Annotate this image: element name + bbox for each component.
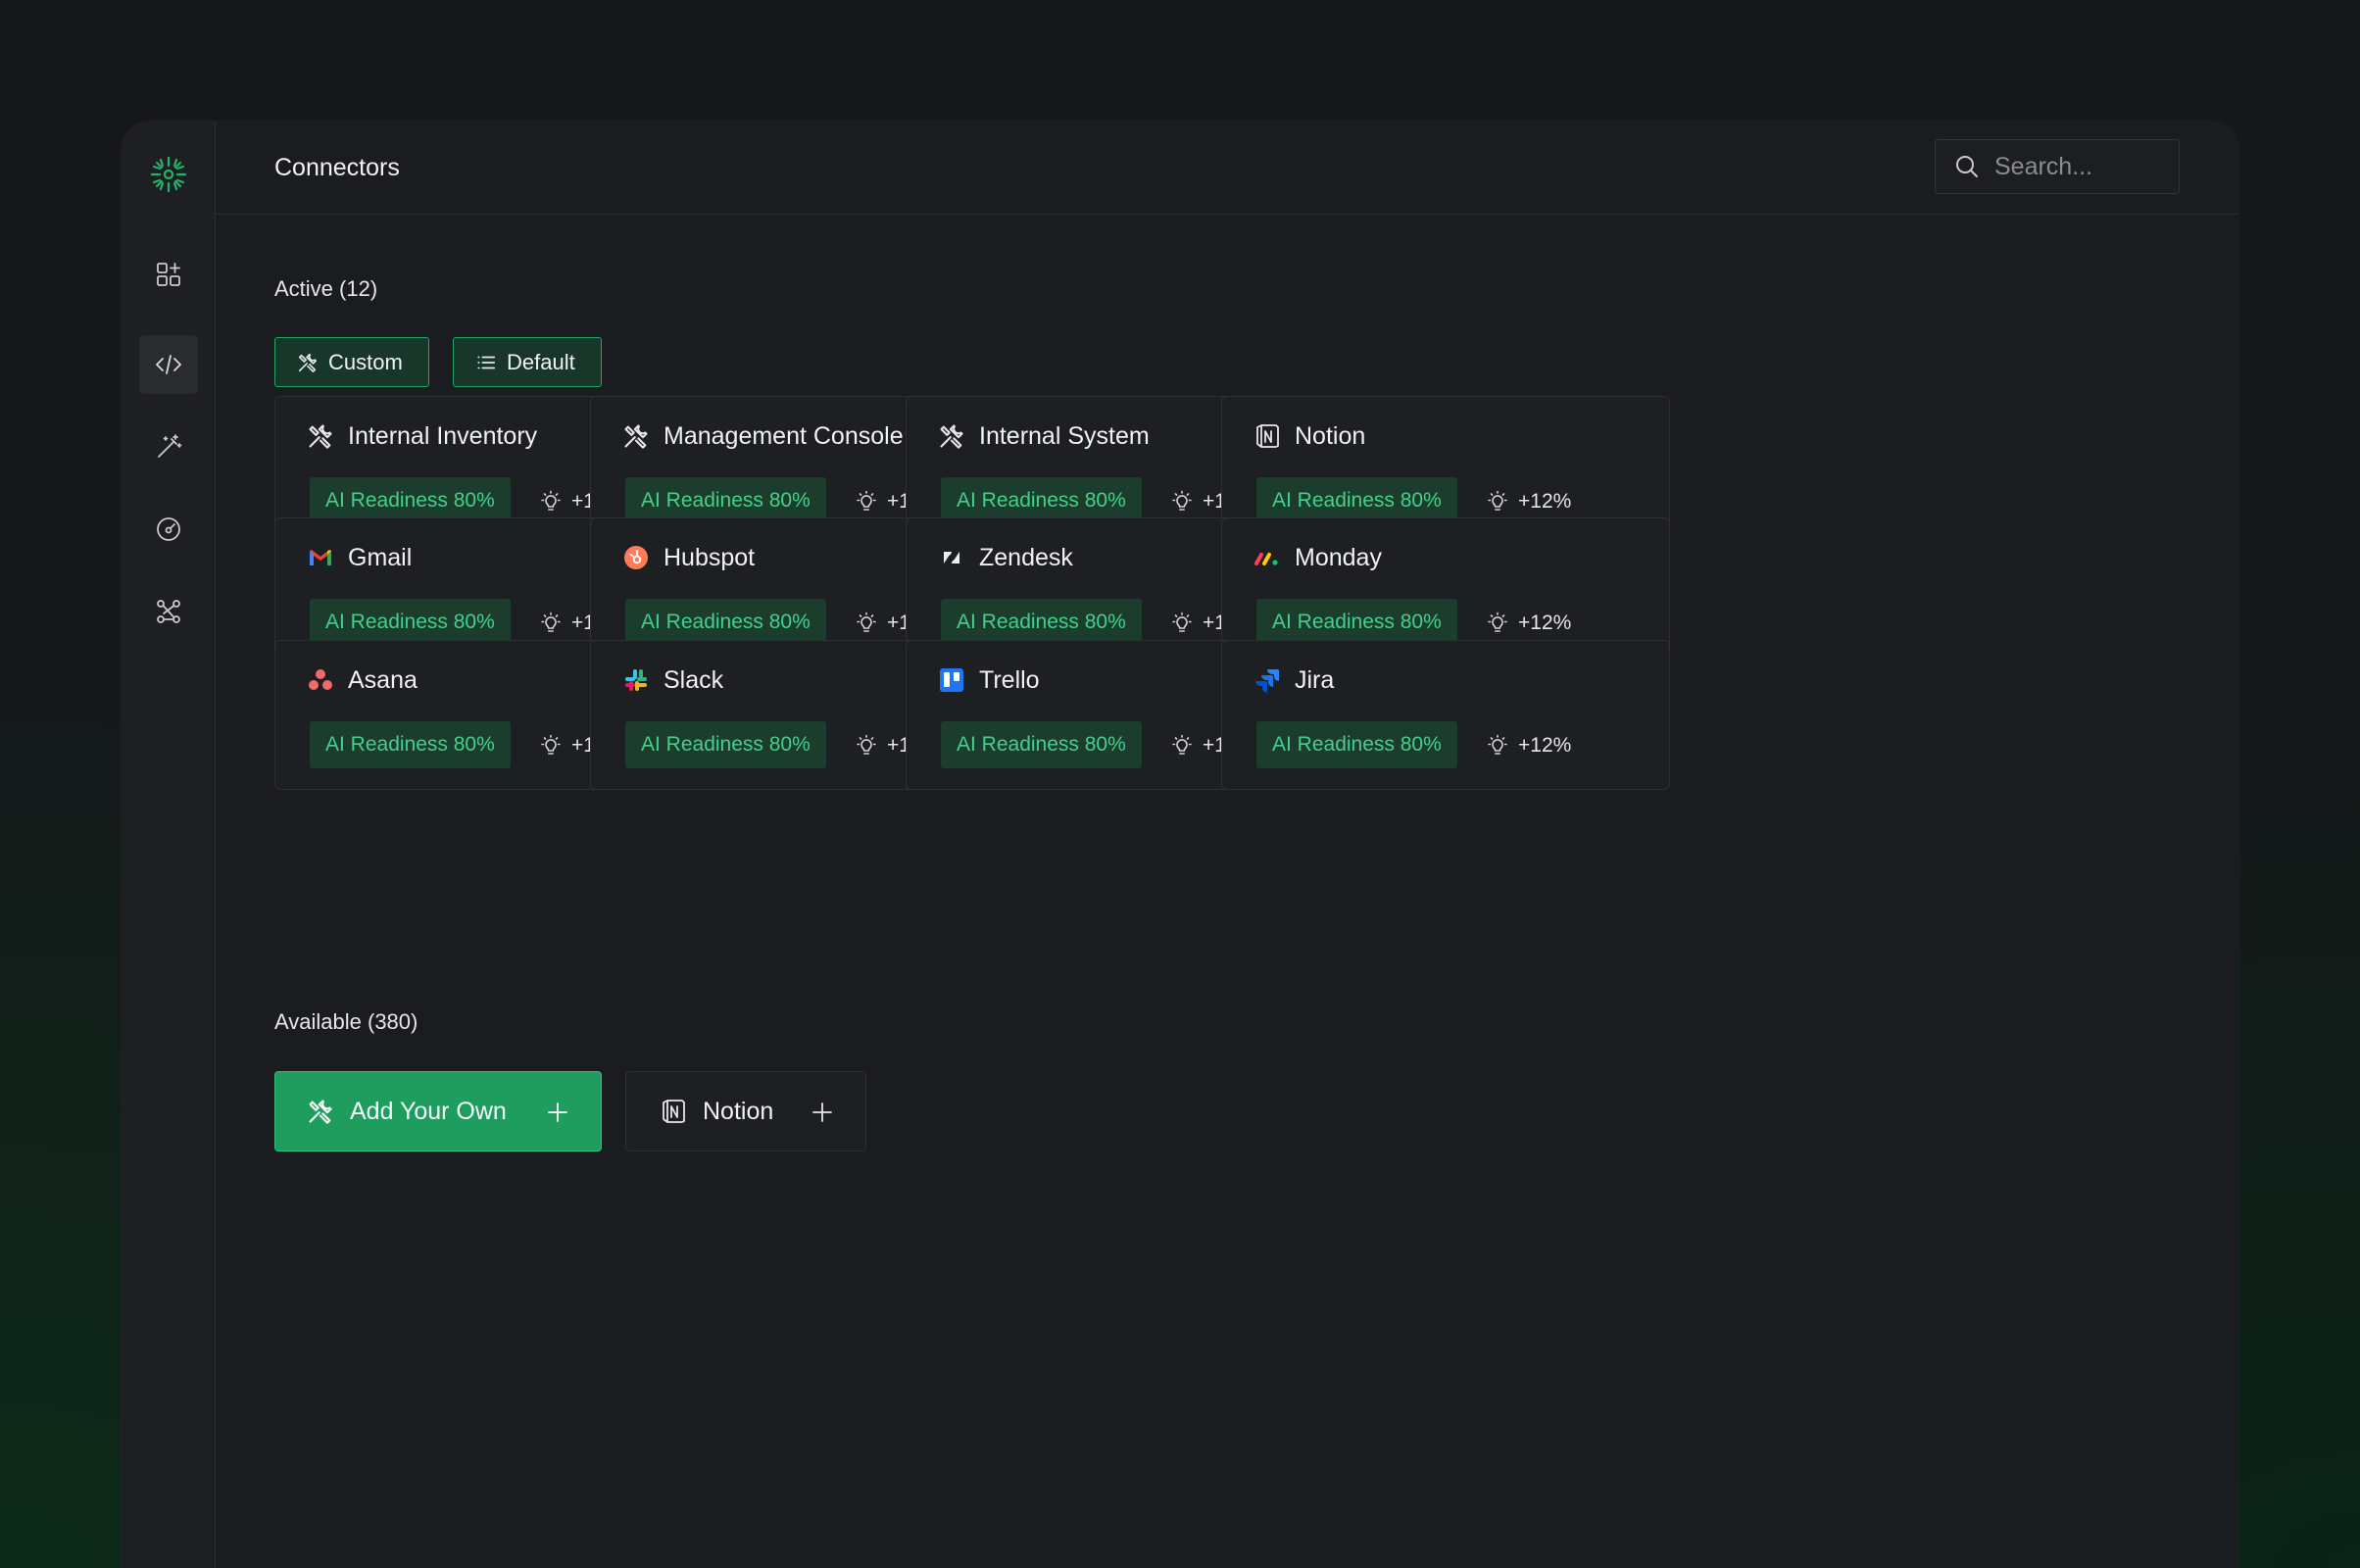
filter-custom-button[interactable]: Custom	[274, 337, 429, 387]
connector-card-header: Asana	[307, 664, 418, 696]
gmail-icon	[307, 544, 334, 571]
lightbulb-icon	[541, 734, 561, 755]
search-input[interactable]	[1992, 151, 2163, 182]
code-icon	[156, 355, 181, 374]
nav-code[interactable]	[139, 335, 198, 394]
list-icon	[477, 356, 496, 368]
lightbulb-icon	[1172, 612, 1192, 632]
readiness-delta: +12%	[1485, 611, 1571, 636]
connector-card-header: Hubspot	[622, 542, 755, 573]
connector-card-header: Monday	[1254, 542, 1382, 573]
notion-icon	[663, 1100, 685, 1123]
connector-name: Jira	[1295, 666, 1335, 694]
ai-readiness-badge: AI Readiness 80%	[1256, 721, 1457, 768]
lightbulb-icon	[541, 490, 561, 511]
connector-card-header: Management Console	[622, 420, 904, 452]
available-connector-label: Notion	[703, 1097, 774, 1125]
search-box[interactable]	[1935, 139, 2180, 194]
readiness-delta: +12%	[1485, 489, 1571, 514]
nav-dashboard[interactable]	[139, 245, 198, 304]
monday-icon	[1254, 544, 1281, 571]
connector-name: Zendesk	[979, 544, 1073, 571]
ai-readiness-badge: AI Readiness 80%	[941, 599, 1142, 646]
lightbulb-icon	[857, 612, 876, 632]
connector-name: Asana	[348, 666, 418, 694]
lightbulb-icon	[1172, 490, 1192, 511]
nav-gauge[interactable]	[139, 500, 198, 559]
available-section-title: Available (380)	[274, 1009, 418, 1034]
add-your-own-button[interactable]: Add Your Own	[274, 1071, 602, 1152]
ai-readiness-badge: AI Readiness 80%	[1256, 599, 1457, 646]
gauge-icon	[157, 517, 180, 541]
network-icon	[157, 600, 180, 623]
hubspot-icon	[622, 544, 650, 571]
lightbulb-icon	[541, 612, 561, 632]
lightbulb-icon	[1488, 612, 1507, 632]
lightbulb-icon	[1488, 490, 1507, 511]
sidebar	[122, 122, 216, 1568]
connector-card-header: Zendesk	[938, 542, 1073, 573]
ai-readiness-badge: AI Readiness 80%	[310, 721, 511, 768]
connector-card-header: Internal Inventory	[307, 420, 537, 452]
jira-icon	[1254, 666, 1281, 694]
page-title: Connectors	[274, 154, 400, 181]
nav-graph[interactable]	[139, 582, 198, 641]
grid-plus-icon	[157, 263, 180, 286]
connector-card-header: Trello	[938, 664, 1040, 696]
connector-card-header: Notion	[1254, 420, 1365, 452]
connector-name: Slack	[664, 666, 724, 694]
available-connector-notion[interactable]: Notion	[625, 1071, 866, 1152]
ai-readiness-badge: AI Readiness 80%	[625, 721, 826, 768]
app-window: Connectors Active (12) Custom Default In…	[122, 122, 2238, 1568]
connector-card-header: Slack	[622, 664, 723, 696]
lightbulb-icon	[1172, 734, 1192, 755]
connector-card-header: Internal System	[938, 420, 1150, 452]
filter-default-label: Default	[507, 349, 575, 374]
plus-icon	[812, 1102, 832, 1122]
logo-icon	[149, 155, 188, 194]
asana-icon	[307, 666, 334, 694]
connector-name: Monday	[1295, 544, 1382, 571]
ai-readiness-badge: AI Readiness 80%	[941, 721, 1142, 768]
trello-icon	[938, 666, 965, 694]
header: Connectors	[216, 122, 2238, 215]
connector-name: Internal System	[979, 422, 1150, 450]
active-section-title: Active (12)	[274, 276, 378, 301]
notion-icon	[1254, 422, 1281, 450]
search-icon	[1956, 156, 1978, 177]
lightbulb-icon	[1488, 734, 1507, 755]
tools-icon	[298, 353, 318, 372]
plus-icon	[548, 1102, 567, 1122]
connector-name: Internal Inventory	[348, 422, 538, 450]
connector-name: Hubspot	[664, 544, 756, 571]
connector-card-header: Jira	[1254, 664, 1334, 696]
lightbulb-icon	[857, 490, 876, 511]
readiness-delta: +12%	[1485, 733, 1571, 759]
connector-card[interactable]: Jira AI Readiness 80% +12%	[1221, 640, 1670, 790]
connector-name: Notion	[1295, 422, 1366, 450]
ai-readiness-badge: AI Readiness 80%	[625, 599, 826, 646]
filter-default-button[interactable]: Default	[453, 337, 602, 387]
delta-value: +12%	[1518, 490, 1572, 513]
connector-name: Trello	[979, 666, 1040, 694]
delta-value: +12%	[1518, 612, 1572, 634]
tools-icon	[622, 422, 650, 450]
zendesk-icon	[938, 544, 965, 571]
connector-card-header: Gmail	[307, 542, 412, 573]
filter-custom-label: Custom	[328, 349, 403, 374]
delta-value: +12%	[1518, 734, 1572, 757]
slack-icon	[622, 666, 650, 694]
tools-icon	[938, 422, 965, 450]
ai-readiness-badge: AI Readiness 80%	[310, 599, 511, 646]
magic-wand-icon	[158, 434, 182, 458]
connector-name: Gmail	[348, 544, 413, 571]
add-your-own-label: Add Your Own	[350, 1097, 507, 1125]
tools-icon	[309, 1100, 332, 1124]
nav-magic[interactable]	[139, 417, 198, 476]
connector-name: Management Console	[664, 422, 904, 450]
tools-icon	[307, 422, 334, 450]
lightbulb-icon	[857, 734, 876, 755]
